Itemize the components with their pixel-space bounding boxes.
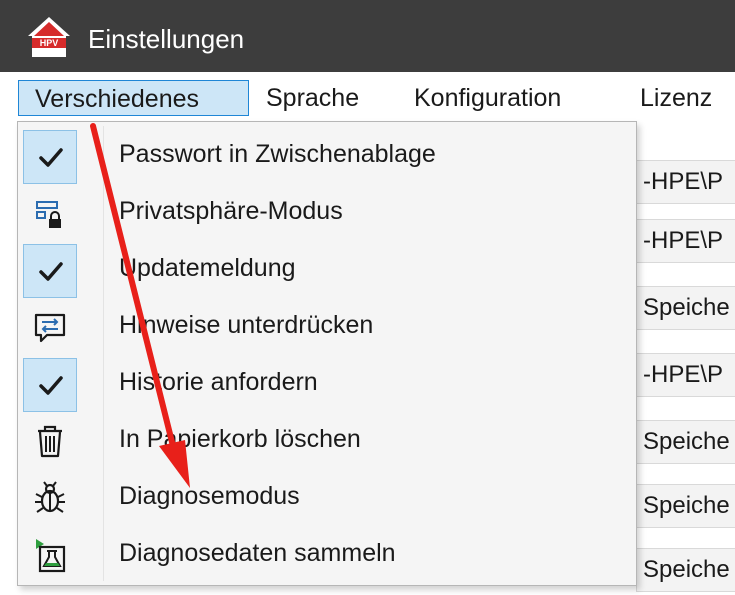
trash-icon [38,425,62,458]
verschiedenes-dropdown: Passwort in Zwischenablage Privatsphäre-… [17,121,637,586]
menu-item-label: Passwort in Zwischenablage [119,140,436,168]
background-field[interactable]: Speiche [636,286,735,330]
app-logo-icon: HPV [28,17,70,57]
menu-item-diagnosemodus[interactable]: Diagnosemodus [18,471,636,528]
menu-item-diagnosedaten-sammeln[interactable]: Diagnosedaten sammeln [18,528,636,585]
checkmark-icon [39,376,63,395]
app-logo-text: HPV [40,38,59,48]
background-field[interactable]: Speiche [636,484,735,528]
menu-item-label: Hinweise unterdrücken [119,311,374,339]
menu-lizenz[interactable]: Lizenz [640,80,712,116]
menu-item-label: Historie anfordern [119,368,318,396]
menu-item-label: Diagnosemodus [119,482,300,510]
background-field[interactable]: -HPE\P [636,353,735,397]
background-field[interactable]: Speiche [636,548,735,592]
menu-item-passwort-in-zwischenablage[interactable]: Passwort in Zwischenablage [18,129,636,186]
bug-icon [35,481,65,513]
menu-bar: Verschiedenes Sprache Konfiguration Lize… [0,72,735,122]
menu-item-historie-anfordern[interactable]: Historie anfordern [18,357,636,414]
menu-item-in-papierkorb-loeschen[interactable]: In Papierkorb löschen [18,414,636,471]
checkmark-icon [39,148,63,167]
menu-item-updatemeldung[interactable]: Updatemeldung [18,243,636,300]
window-title: Einstellungen [88,24,245,54]
menu-item-label: Updatemeldung [119,254,296,282]
menu-item-label: Privatsphäre-Modus [119,197,343,225]
message-swap-icon [34,313,66,343]
menu-sprache[interactable]: Sprache [266,80,359,116]
menu-item-label: In Papierkorb löschen [119,425,361,453]
menu-item-label: Diagnosedaten sammeln [119,539,396,567]
background-field[interactable]: -HPE\P [636,219,735,263]
menu-konfiguration[interactable]: Konfiguration [414,80,561,116]
background-field[interactable]: -HPE\P [636,160,735,204]
menu-verschiedenes[interactable]: Verschiedenes [18,80,249,116]
menu-item-hinweise-unterdruecken[interactable]: Hinweise unterdrücken [18,300,636,357]
title-bar: HPV Einstellungen [0,0,735,72]
privacy-lock-icon [36,201,61,228]
flask-play-icon [36,539,66,573]
checkmark-icon [39,262,63,281]
menu-item-privatsphaere-modus[interactable]: Privatsphäre-Modus [18,186,636,243]
background-field[interactable]: Speiche [636,420,735,464]
